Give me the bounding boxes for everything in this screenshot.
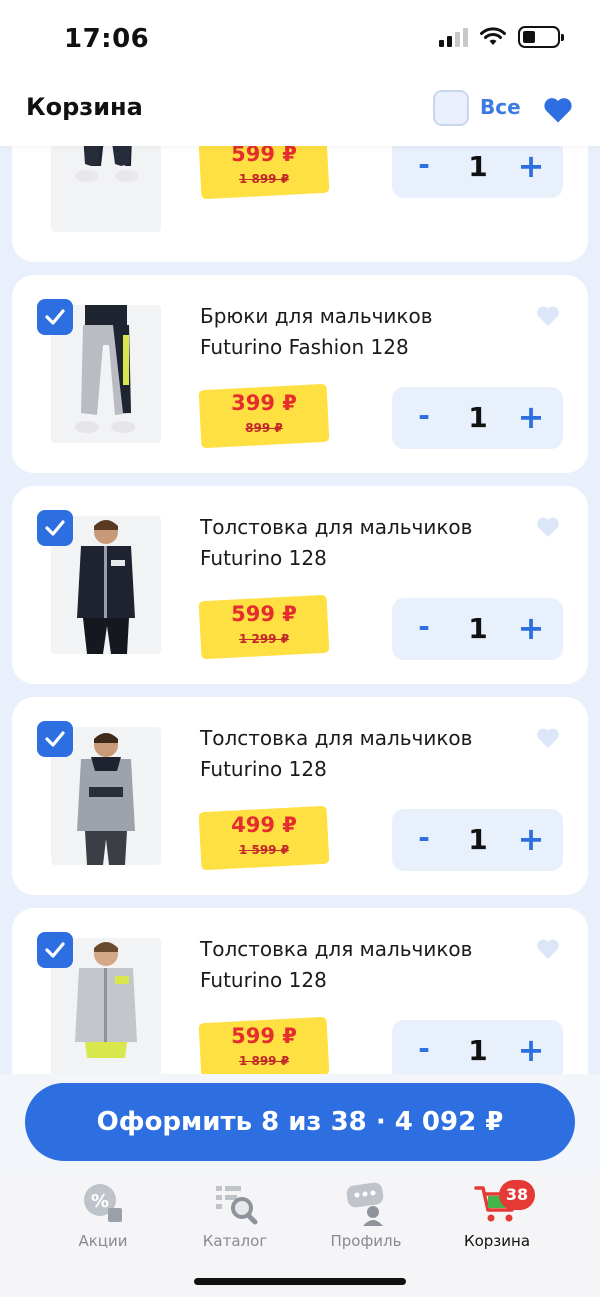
tab-promotions[interactable]: % Акции xyxy=(38,1180,168,1250)
quantity-stepper: - 1 + xyxy=(392,809,563,871)
favorite-heart-icon[interactable] xyxy=(536,727,560,749)
cart-item: 599 ₽ 1 899 ₽ - 1 + xyxy=(12,146,588,262)
increase-button[interactable]: + xyxy=(516,401,546,435)
top-bar: 17:06 Корзина Все xyxy=(0,0,600,146)
select-all-checkbox[interactable] xyxy=(433,90,469,126)
quantity-stepper: - 1 + xyxy=(392,598,563,660)
product-name[interactable]: Брюки для мальчиков Futurino Fashion 128 xyxy=(200,301,520,363)
current-price: 499 ₽ xyxy=(231,813,297,837)
decrease-button[interactable]: - xyxy=(410,401,438,435)
item-checkbox[interactable] xyxy=(37,721,73,757)
favorite-heart-icon[interactable] xyxy=(536,516,560,538)
old-price: 1 899 ₽ xyxy=(238,172,290,186)
tab-profile[interactable]: Профиль xyxy=(301,1180,431,1250)
checkout-button[interactable]: Оформить 8 из 38 · 4 092 ₽ xyxy=(25,1083,575,1161)
percent-tag-icon: % xyxy=(84,1184,122,1222)
price-tag: 499 ₽ 1 599 ₽ xyxy=(198,805,330,871)
decrease-button[interactable]: - xyxy=(410,1034,438,1068)
price-tag: 399 ₽ 899 ₽ xyxy=(198,383,330,449)
svg-text:%: % xyxy=(91,1191,109,1212)
tab-label: Профиль xyxy=(330,1232,402,1250)
cart-list[interactable]: 599 ₽ 1 899 ₽ - 1 + Брюки для мальчиков … xyxy=(0,146,600,1076)
product-name[interactable]: Толстовка для мальчиков Futurino 128 xyxy=(200,723,520,785)
favorites-heart-icon[interactable] xyxy=(543,96,573,124)
cart-count-badge: 38 xyxy=(499,1180,535,1210)
item-checkbox[interactable] xyxy=(37,932,73,968)
tab-label: Корзина xyxy=(463,1232,531,1250)
tab-label: Каталог xyxy=(202,1232,268,1250)
profile-icon xyxy=(346,1182,384,1226)
price-tag: 599 ₽ 1 299 ₽ xyxy=(198,594,330,660)
item-checkbox[interactable] xyxy=(37,510,73,546)
price-tag: 599 ₽ 1 899 ₽ xyxy=(198,1016,330,1076)
current-price: 599 ₽ xyxy=(231,1024,297,1048)
quantity-value: 1 xyxy=(468,823,488,856)
cart-item: Толстовка для мальчиков Futurino 128 599… xyxy=(12,486,588,684)
quantity-value: 1 xyxy=(468,401,488,434)
cart-item: Толстовка для мальчиков Futurino 128 499… xyxy=(12,697,588,895)
wifi-icon xyxy=(480,27,506,45)
decrease-button[interactable]: - xyxy=(410,150,438,184)
quantity-stepper: - 1 + xyxy=(392,1020,563,1076)
old-price: 1 599 ₽ xyxy=(238,843,290,857)
battery-icon xyxy=(518,26,564,48)
quantity-stepper: - 1 + xyxy=(392,387,563,449)
favorite-heart-icon[interactable] xyxy=(536,938,560,960)
checkout-bar: Оформить 8 из 38 · 4 092 ₽ xyxy=(0,1074,600,1174)
current-price: 599 ₽ xyxy=(231,602,297,626)
product-image[interactable] xyxy=(51,146,161,232)
increase-button[interactable]: + xyxy=(516,823,546,857)
tab-catalog[interactable]: Каталог xyxy=(170,1180,300,1250)
product-name[interactable]: Толстовка для мальчиков Futurino 128 xyxy=(200,934,520,996)
quantity-stepper: - 1 + xyxy=(392,146,563,198)
cart-item: Толстовка для мальчиков Futurino 128 599… xyxy=(12,908,588,1076)
quantity-value: 1 xyxy=(468,150,488,183)
status-time: 17:06 xyxy=(64,24,150,54)
price-tag: 599 ₽ 1 899 ₽ xyxy=(198,146,330,200)
page-title: Корзина xyxy=(26,93,143,121)
favorite-heart-icon[interactable] xyxy=(536,305,560,327)
old-price: 1 299 ₽ xyxy=(238,632,290,646)
tab-cart[interactable]: Корзина xyxy=(432,1180,562,1250)
old-price: 899 ₽ xyxy=(245,421,283,435)
decrease-button[interactable]: - xyxy=(410,612,438,646)
old-price: 1 899 ₽ xyxy=(238,1054,290,1068)
tab-label: Акции xyxy=(78,1232,128,1250)
signal-icon xyxy=(439,27,468,47)
quantity-value: 1 xyxy=(468,1034,488,1067)
status-icons xyxy=(439,26,564,48)
increase-button[interactable]: + xyxy=(516,1034,546,1068)
current-price: 599 ₽ xyxy=(231,146,297,166)
increase-button[interactable]: + xyxy=(516,150,546,184)
item-checkbox[interactable] xyxy=(37,299,73,335)
select-all-label[interactable]: Все xyxy=(480,95,521,119)
cart-item: Брюки для мальчиков Futurino Fashion 128… xyxy=(12,275,588,473)
home-indicator[interactable] xyxy=(194,1278,406,1285)
quantity-value: 1 xyxy=(468,612,488,645)
product-name[interactable]: Толстовка для мальчиков Futurino 128 xyxy=(200,512,520,574)
increase-button[interactable]: + xyxy=(516,612,546,646)
decrease-button[interactable]: - xyxy=(410,823,438,857)
current-price: 399 ₽ xyxy=(231,391,297,415)
catalog-search-icon xyxy=(216,1186,258,1225)
